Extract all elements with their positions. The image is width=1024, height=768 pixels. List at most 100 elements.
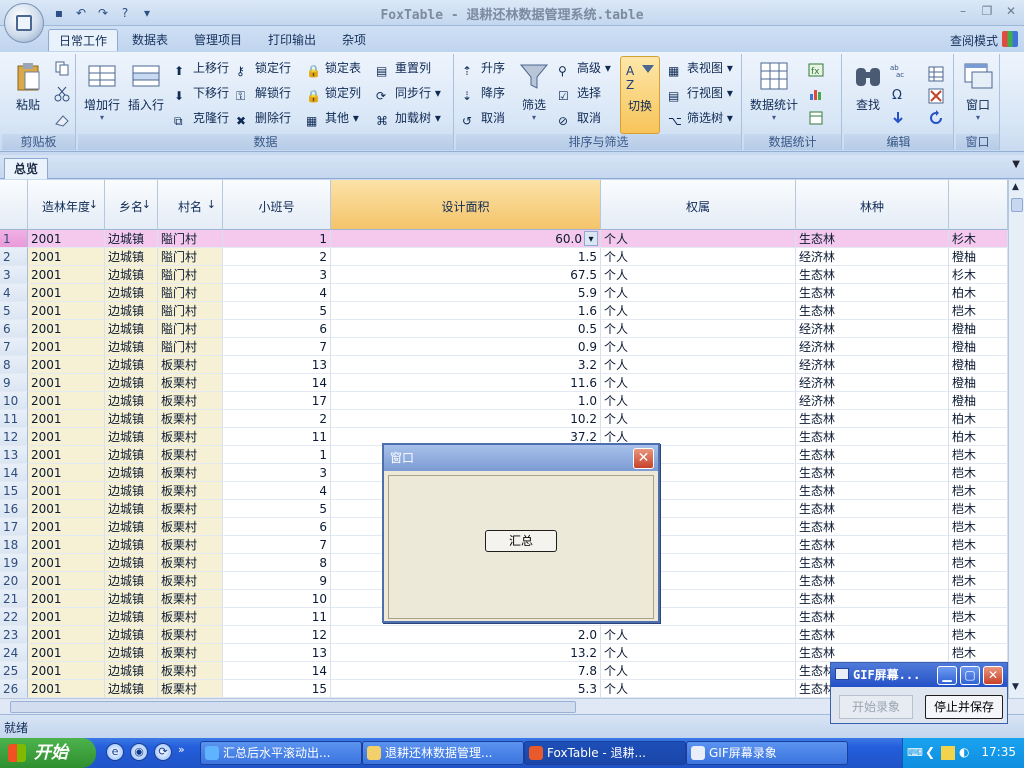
cell-tree[interactable]: 橙柚 (949, 392, 1008, 410)
cell-tree[interactable]: 柏木 (949, 284, 1008, 302)
cell-plot[interactable]: 11 (223, 608, 331, 626)
cell-tree[interactable]: 桤木 (949, 482, 1008, 500)
cell-town[interactable]: 边城镇 (105, 554, 158, 572)
scroll-down-icon[interactable]: ▼ (1012, 682, 1019, 692)
row-number[interactable]: 12 (0, 428, 28, 446)
row-number[interactable]: 1 (0, 230, 28, 248)
cell-year[interactable]: 2001 (28, 392, 105, 410)
cell-owner[interactable]: 个人 (601, 680, 796, 698)
tab-misc[interactable]: 杂项 (332, 29, 376, 51)
cell-plot[interactable]: 13 (223, 356, 331, 374)
cell-year[interactable]: 2001 (28, 446, 105, 464)
cell-forest-type[interactable]: 生态林 (796, 410, 949, 428)
sort-asc-button[interactable]: ⇡ 升序 (462, 58, 505, 78)
cell-forest-type[interactable]: 生态林 (796, 518, 949, 536)
advanced-filter-button[interactable]: ⚲ 高级 ▾ (558, 58, 611, 78)
cell-village[interactable]: 板栗村 (158, 374, 223, 392)
expression-icon[interactable]: fx (808, 62, 824, 78)
cell-plot[interactable]: 12 (223, 626, 331, 644)
cell-town[interactable]: 边城镇 (105, 680, 158, 698)
cell-tree[interactable]: 桤木 (949, 590, 1008, 608)
view-mode-icon[interactable] (1002, 31, 1018, 47)
find-button[interactable]: 查找 (848, 56, 888, 132)
cell-area[interactable]: 3.2 (331, 356, 601, 374)
data-stats-button[interactable]: 数据统计 ▾ (746, 56, 802, 132)
cell-forest-type[interactable]: 生态林 (796, 446, 949, 464)
tab-data-table[interactable]: 数据表 (122, 29, 178, 51)
grid-icon[interactable] (928, 66, 944, 82)
cell-plot[interactable]: 4 (223, 284, 331, 302)
cell-forest-type[interactable]: 经济林 (796, 392, 949, 410)
ie-icon[interactable]: e (106, 743, 124, 761)
load-tree-button[interactable]: ⌘ 加载树 ▾ (376, 108, 441, 128)
add-row-button[interactable]: 增加行 ▾ (82, 56, 122, 132)
cell-area[interactable]: 13.2 (331, 644, 601, 662)
cell-plot[interactable]: 7 (223, 338, 331, 356)
cell-village[interactable]: 隘门村 (158, 230, 223, 248)
cell-owner[interactable]: 个人 (601, 248, 796, 266)
cell-plot[interactable]: 15 (223, 680, 331, 698)
cell-year[interactable]: 2001 (28, 302, 105, 320)
cell-village[interactable]: 板栗村 (158, 392, 223, 410)
cell-plot[interactable]: 1 (223, 230, 331, 248)
cell-village[interactable]: 板栗村 (158, 626, 223, 644)
cell-town[interactable]: 边城镇 (105, 518, 158, 536)
cell-town[interactable]: 边城镇 (105, 662, 158, 680)
clear-grid-icon[interactable] (928, 88, 944, 104)
row-view-button[interactable]: ▤ 行视图 ▾ (668, 83, 733, 103)
cell-town[interactable]: 边城镇 (105, 626, 158, 644)
toggle-button[interactable]: AZ 切换 (620, 56, 660, 134)
cell-year[interactable]: 2001 (28, 266, 105, 284)
cell-tree[interactable]: 橙柚 (949, 356, 1008, 374)
table-row[interactable]: 6 2001 边城镇 隘门村 6 0.5 个人 经济林 橙柚 (0, 320, 1008, 338)
cell-forest-type[interactable]: 生态林 (796, 500, 949, 518)
cell-tree[interactable]: 桤木 (949, 446, 1008, 464)
cell-plot[interactable]: 6 (223, 320, 331, 338)
cell-town[interactable]: 边城镇 (105, 464, 158, 482)
row-number[interactable]: 7 (0, 338, 28, 356)
cell-tree[interactable]: 桤木 (949, 536, 1008, 554)
cell-year[interactable]: 2001 (28, 518, 105, 536)
cell-year[interactable]: 2001 (28, 284, 105, 302)
row-number[interactable]: 22 (0, 608, 28, 626)
cell-area[interactable]: 5.3 (331, 680, 601, 698)
cell-village[interactable]: 隘门村 (158, 320, 223, 338)
cell-area[interactable]: 1.0 (331, 392, 601, 410)
cell-town[interactable]: 边城镇 (105, 644, 158, 662)
cell-tree[interactable]: 橙柚 (949, 248, 1008, 266)
row-number[interactable]: 18 (0, 536, 28, 554)
column-header-village[interactable]: 村名 ↓ (158, 180, 223, 230)
add-row-dropdown-icon[interactable]: ▾ (82, 113, 122, 122)
cell-tree[interactable]: 桤木 (949, 572, 1008, 590)
keyboard-icon[interactable]: ⌨ (907, 746, 923, 759)
cell-tree[interactable]: 柏木 (949, 428, 1008, 446)
cell-plot[interactable]: 10 (223, 590, 331, 608)
cell-owner[interactable]: 个人 (601, 374, 796, 392)
table-row[interactable]: 4 2001 边城镇 隘门村 4 5.9 个人 生态林 柏木 (0, 284, 1008, 302)
cell-owner[interactable]: 个人 (601, 644, 796, 662)
cell-owner[interactable]: 个人 (601, 410, 796, 428)
cell-dropdown-icon[interactable]: ▾ (584, 231, 598, 246)
cell-forest-type[interactable]: 经济林 (796, 356, 949, 374)
cell-owner[interactable]: 个人 (601, 302, 796, 320)
cell-forest-type[interactable]: 经济林 (796, 248, 949, 266)
delete-row-button[interactable]: ✖ 删除行 (236, 108, 291, 128)
tab-manage-project[interactable]: 管理项目 (184, 29, 252, 51)
cell-forest-type[interactable]: 生态林 (796, 608, 949, 626)
filter-tree-button[interactable]: ⌥ 筛选树 ▾ (668, 108, 733, 128)
table-row[interactable]: 2 2001 边城镇 隘门村 2 1.5 个人 经济林 橙柚 (0, 248, 1008, 266)
cell-forest-type[interactable]: 生态林 (796, 644, 949, 662)
cell-forest-type[interactable]: 生态林 (796, 284, 949, 302)
cell-area[interactable]: 10.2 (331, 410, 601, 428)
cell-plot[interactable]: 3 (223, 464, 331, 482)
cell-year[interactable]: 2001 (28, 230, 105, 248)
cell-year[interactable]: 2001 (28, 626, 105, 644)
cell-year[interactable]: 2001 (28, 320, 105, 338)
filter-dropdown-icon[interactable]: ▾ (514, 113, 554, 122)
start-button[interactable]: 开始 (0, 738, 96, 768)
vertical-scroll-thumb[interactable] (1011, 198, 1023, 212)
cell-plot[interactable]: 5 (223, 500, 331, 518)
cell-plot[interactable]: 8 (223, 554, 331, 572)
cell-forest-type[interactable]: 生态林 (796, 230, 949, 248)
cell-town[interactable]: 边城镇 (105, 266, 158, 284)
